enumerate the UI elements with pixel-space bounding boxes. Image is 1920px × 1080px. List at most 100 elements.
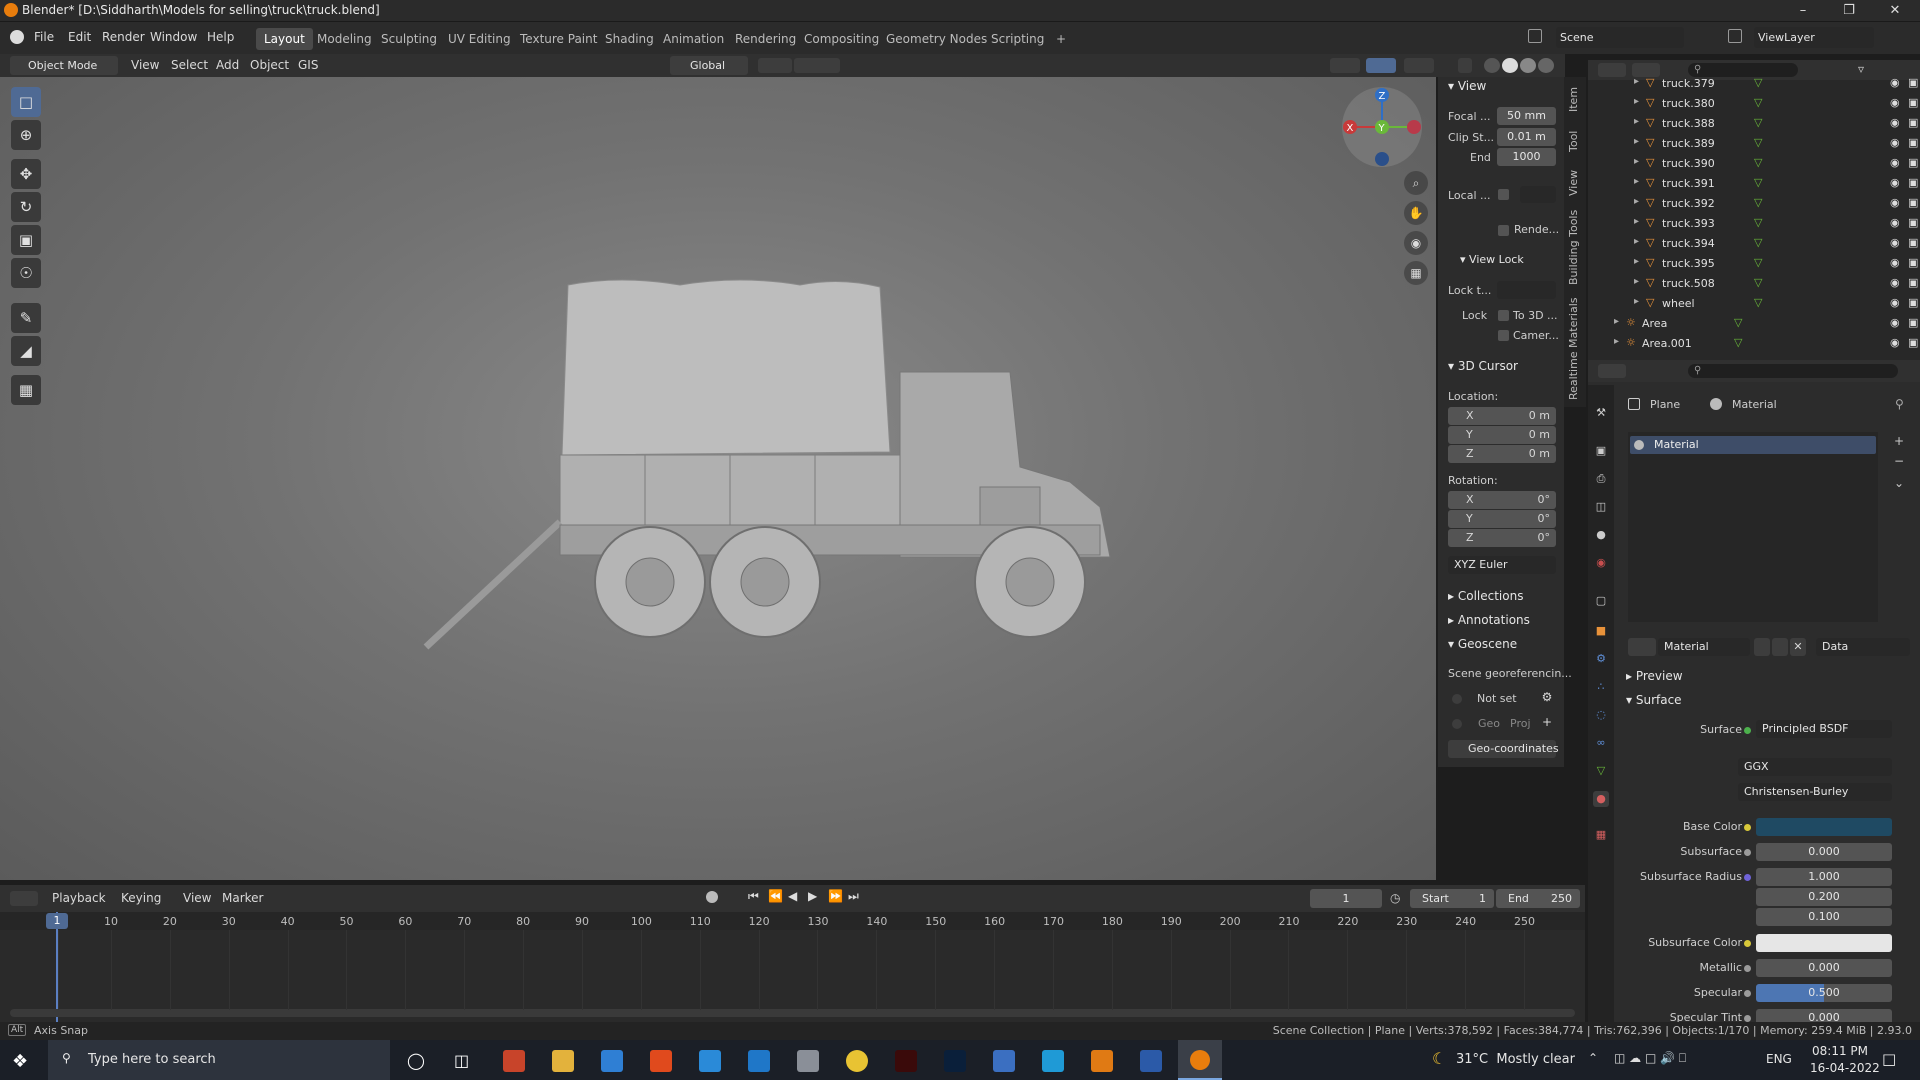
cursor-rotation-x[interactable]: X 0° [1448, 491, 1556, 509]
link-data-dropdown[interactable]: Data [1816, 638, 1910, 656]
outliner-row[interactable]: ▸ ▽ wheel ▽ ◉ ▣ [1600, 294, 1918, 314]
material-tab-icon[interactable]: ● [1593, 791, 1609, 807]
pivot-dropdown[interactable] [758, 58, 792, 73]
expand-arrow-icon[interactable]: ▸ [1614, 336, 1619, 347]
material-slot-item[interactable]: Material [1630, 436, 1876, 454]
preview-section-header[interactable]: ▸ Preview [1626, 669, 1683, 683]
cursor-rotation-z[interactable]: Z 0° [1448, 529, 1556, 547]
tab-texture-paint[interactable]: Texture Paint [512, 28, 605, 50]
camera-view-icon[interactable]: ◉ [1404, 231, 1428, 255]
menu-edit[interactable]: Edit [68, 30, 91, 44]
object-tab-icon[interactable]: ■ [1593, 623, 1609, 639]
render-camera-icon[interactable]: ▣ [1908, 116, 1918, 129]
task-view-icon[interactable]: ◫ [454, 1051, 469, 1070]
maximize-button[interactable]: ❐ [1826, 0, 1872, 22]
render-camera-icon[interactable]: ▣ [1908, 276, 1918, 289]
clip-start-field[interactable]: 0.01 m [1497, 128, 1556, 146]
outliner-row[interactable]: ▸ ▽ truck.390 ▽ ◉ ▣ [1600, 154, 1918, 174]
clock-icon[interactable]: ◷ [1390, 891, 1400, 905]
expand-arrow-icon[interactable]: ▸ [1634, 156, 1639, 167]
property-value-field[interactable]: 0.000 [1756, 959, 1892, 977]
expand-arrow-icon[interactable]: ▸ [1634, 216, 1639, 227]
view-section-header[interactable]: ▾ View [1448, 79, 1486, 93]
tab-uv-editing[interactable]: UV Editing [440, 28, 519, 50]
cursor-location-y[interactable]: Y 0 m [1448, 426, 1556, 444]
menu-file[interactable]: File [34, 30, 54, 44]
tab-item[interactable]: Item [1567, 87, 1580, 112]
georef-settings-gear-icon[interactable]: ⚙ [1539, 690, 1555, 706]
render-camera-icon[interactable]: ▣ [1908, 256, 1918, 269]
specular-slider[interactable]: 0.500 [1756, 984, 1892, 1002]
outliner-row[interactable]: ▸ ☼ Area.001 ▽ ◉ ▣ [1600, 334, 1918, 354]
tab-layout[interactable]: Layout [256, 28, 313, 50]
tab-animation[interactable]: Animation [655, 28, 732, 50]
property-value-field[interactable]: 0.100 [1756, 908, 1892, 926]
proj-button[interactable]: Proj [1510, 717, 1531, 730]
render-camera-icon[interactable]: ▣ [1908, 316, 1918, 329]
office-icon[interactable] [650, 1050, 672, 1072]
photoshop-icon[interactable] [944, 1050, 966, 1072]
windows-start-icon[interactable]: ❖ [12, 1051, 28, 1072]
cortana-icon[interactable]: ◯ [407, 1051, 425, 1070]
visibility-eye-icon[interactable]: ◉ [1890, 116, 1900, 129]
render-camera-icon[interactable]: ▣ [1908, 216, 1918, 229]
xray-toggle[interactable] [1458, 58, 1472, 73]
visibility-eye-icon[interactable]: ◉ [1890, 176, 1900, 189]
prev-keyframe-icon[interactable]: ⏪ [768, 889, 783, 903]
visibility-eye-icon[interactable]: ◉ [1890, 96, 1900, 109]
cursor-tool[interactable]: ⊕ [11, 120, 41, 150]
illustrator-icon[interactable] [895, 1050, 917, 1072]
surface-shader-field[interactable]: Principled BSDF [1756, 720, 1892, 738]
pan-hand-icon[interactable]: ✋ [1404, 201, 1428, 225]
jump-start-icon[interactable]: ⏮ [748, 889, 759, 904]
fake-user-toggle[interactable] [1754, 638, 1770, 656]
app-icon-1[interactable] [748, 1050, 770, 1072]
property-value-field[interactable]: 0.200 [1756, 888, 1892, 906]
wireframe-shading-icon[interactable] [1484, 58, 1500, 73]
expand-arrow-icon[interactable]: ▸ [1634, 256, 1639, 267]
tool-tab-icon[interactable]: ⚒ [1593, 405, 1609, 421]
perspective-grid-icon[interactable]: ▦ [1404, 261, 1428, 285]
render-camera-icon[interactable]: ▣ [1908, 236, 1918, 249]
tab-compositing[interactable]: Compositing [796, 28, 887, 50]
view-layer-selector[interactable]: ViewLayer [1754, 27, 1874, 48]
render-camera-icon[interactable]: ▣ [1908, 136, 1918, 149]
outliner-row[interactable]: ▸ ▽ truck.393 ▽ ◉ ▣ [1600, 214, 1918, 234]
gizmo-toggle[interactable] [1366, 58, 1396, 73]
menu-timeline-view[interactable]: View [183, 891, 211, 905]
move-tool[interactable]: ✥ [11, 159, 41, 189]
vlc-icon[interactable] [1091, 1050, 1113, 1072]
render-camera-icon[interactable]: ▣ [1908, 96, 1918, 109]
data-tab-icon[interactable]: ▽ [1593, 763, 1609, 779]
chrome-icon[interactable] [846, 1050, 868, 1072]
snap-toggle[interactable] [794, 58, 840, 73]
scene-icon[interactable] [1528, 29, 1542, 43]
remove-slot-button[interactable]: − [1894, 454, 1904, 468]
property-value-field[interactable]: 1.000 [1756, 868, 1892, 886]
tab-rendering[interactable]: Rendering [727, 28, 804, 50]
tab-shading[interactable]: Shading [597, 28, 662, 50]
app-icon-2[interactable] [797, 1050, 819, 1072]
geo-radio[interactable] [1452, 719, 1462, 729]
texture-tab-icon[interactable]: ▦ [1593, 827, 1609, 843]
duplicate-material-button[interactable] [1772, 638, 1788, 656]
visibility-eye-icon[interactable]: ◉ [1890, 336, 1900, 349]
tab-view[interactable]: View [1567, 170, 1580, 196]
collection-tab-icon[interactable]: ▢ [1593, 593, 1609, 609]
visibility-eye-icon[interactable]: ◉ [1890, 156, 1900, 169]
start-frame-field[interactable]: Start 1 [1410, 889, 1494, 908]
lock-to-object-field[interactable] [1497, 281, 1556, 299]
visibility-eye-icon[interactable]: ◉ [1890, 76, 1900, 89]
blender-menu-icon[interactable] [10, 30, 24, 44]
constraint-tab-icon[interactable]: ∞ [1593, 735, 1609, 751]
notifications-icon[interactable]: □ [1882, 1050, 1896, 1068]
base-color-swatch[interactable] [1756, 818, 1892, 836]
render-camera-icon[interactable]: ▣ [1908, 176, 1918, 189]
editor-type-dropdown[interactable] [1598, 364, 1626, 378]
weather-text[interactable]: 31°C Mostly clear [1456, 1052, 1575, 1067]
tab-geometry-nodes[interactable]: Geometry Nodes [878, 28, 995, 50]
tray-icons[interactable]: ◫ ☁ □ 🔊 ⎕ [1614, 1051, 1686, 1066]
chevron-up-icon[interactable]: ⌃ [1588, 1051, 1598, 1065]
menu-marker[interactable]: Marker [222, 891, 263, 905]
local-camera-field[interactable] [1520, 186, 1556, 203]
